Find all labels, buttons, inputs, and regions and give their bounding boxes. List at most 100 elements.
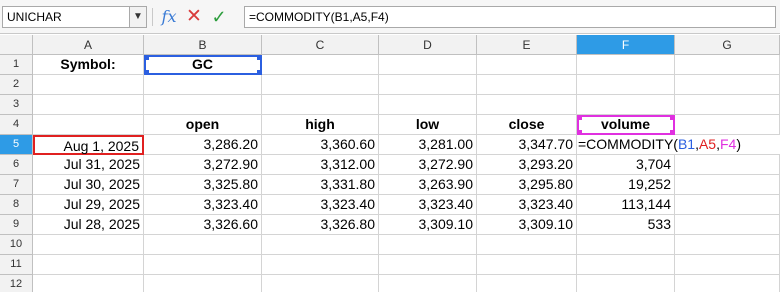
empty-cell[interactable]: [477, 275, 577, 292]
empty-cell[interactable]: [144, 255, 262, 275]
cell-f6[interactable]: 3,704: [577, 155, 675, 175]
row-header-11[interactable]: 11: [0, 255, 33, 275]
empty-cell[interactable]: [33, 95, 144, 115]
selection-handle[interactable]: [144, 70, 149, 75]
column-header-b[interactable]: B: [144, 35, 262, 55]
column-header-e[interactable]: E: [477, 35, 577, 55]
empty-cell[interactable]: [262, 55, 379, 75]
empty-cell[interactable]: [379, 235, 477, 255]
empty-cell[interactable]: [144, 235, 262, 255]
cell-c8[interactable]: 3,323.40: [262, 195, 379, 215]
empty-cell[interactable]: [262, 95, 379, 115]
cell-a5[interactable]: Aug 1, 2025: [33, 135, 144, 155]
cell-b5[interactable]: 3,286.20: [144, 135, 262, 155]
cell-d8[interactable]: 3,323.40: [379, 195, 477, 215]
empty-cell[interactable]: [144, 275, 262, 292]
cell-f9[interactable]: 533: [577, 215, 675, 235]
empty-cell[interactable]: [675, 235, 780, 255]
empty-cell[interactable]: [577, 55, 675, 75]
cell-b7[interactable]: 3,325.80: [144, 175, 262, 195]
empty-cell[interactable]: [675, 275, 780, 292]
selection-handle[interactable]: [144, 55, 149, 60]
cell-f8[interactable]: 113,144: [577, 195, 675, 215]
cell-f4[interactable]: volume: [577, 115, 675, 135]
empty-cell[interactable]: [477, 55, 577, 75]
cell-a7[interactable]: Jul 30, 2025: [33, 175, 144, 195]
cell-a1[interactable]: Symbol:: [33, 55, 144, 75]
row-header-12[interactable]: 12: [0, 275, 33, 292]
row-header-7[interactable]: 7: [0, 175, 33, 195]
empty-cell[interactable]: [675, 155, 780, 175]
select-all-corner[interactable]: [0, 35, 33, 55]
cell-c5[interactable]: 3,360.60: [262, 135, 379, 155]
empty-cell[interactable]: [477, 95, 577, 115]
empty-cell[interactable]: [477, 75, 577, 95]
selection-handle[interactable]: [670, 115, 675, 120]
cell-a6[interactable]: Jul 31, 2025: [33, 155, 144, 175]
empty-cell[interactable]: [33, 75, 144, 95]
cell-d4[interactable]: low: [379, 115, 477, 135]
empty-cell[interactable]: [379, 75, 477, 95]
selection-handle[interactable]: [577, 115, 582, 120]
cell-a9[interactable]: Jul 28, 2025: [33, 215, 144, 235]
row-header-3[interactable]: 3: [0, 95, 33, 115]
row-header-2[interactable]: 2: [0, 75, 33, 95]
row-header-1[interactable]: 1: [0, 55, 33, 75]
cell-c4[interactable]: high: [262, 115, 379, 135]
empty-cell[interactable]: [262, 255, 379, 275]
empty-cell[interactable]: [379, 275, 477, 292]
cell-e6[interactable]: 3,293.20: [477, 155, 577, 175]
empty-cell[interactable]: [675, 75, 780, 95]
cell-c7[interactable]: 3,331.80: [262, 175, 379, 195]
cancel-icon[interactable]: ✕: [183, 5, 205, 29]
column-header-d[interactable]: D: [379, 35, 477, 55]
cell-c9[interactable]: 3,326.80: [262, 215, 379, 235]
empty-cell[interactable]: [144, 75, 262, 95]
row-header-8[interactable]: 8: [0, 195, 33, 215]
name-box[interactable]: UNICHAR: [2, 6, 130, 28]
empty-cell[interactable]: [675, 95, 780, 115]
cell-b1[interactable]: GC: [144, 55, 262, 75]
empty-cell[interactable]: [262, 235, 379, 255]
accept-icon[interactable]: ✓: [208, 5, 230, 29]
empty-cell[interactable]: [675, 195, 780, 215]
name-box-dropdown-icon[interactable]: ▼: [130, 6, 147, 28]
empty-cell[interactable]: [33, 255, 144, 275]
cell-d6[interactable]: 3,272.90: [379, 155, 477, 175]
empty-cell[interactable]: [577, 75, 675, 95]
row-header-10[interactable]: 10: [0, 235, 33, 255]
row-header-4[interactable]: 4: [0, 115, 33, 135]
cell-b4[interactable]: open: [144, 115, 262, 135]
empty-cell[interactable]: [477, 255, 577, 275]
cell-d9[interactable]: 3,309.10: [379, 215, 477, 235]
cell-d5[interactable]: 3,281.00: [379, 135, 477, 155]
empty-cell[interactable]: [379, 255, 477, 275]
row-header-6[interactable]: 6: [0, 155, 33, 175]
cell-e4[interactable]: close: [477, 115, 577, 135]
cell-a8[interactable]: Jul 29, 2025: [33, 195, 144, 215]
empty-cell[interactable]: [379, 95, 477, 115]
cell-e5[interactable]: 3,347.70: [477, 135, 577, 155]
empty-cell[interactable]: [675, 215, 780, 235]
empty-cell[interactable]: [577, 235, 675, 255]
cell-f5-editor[interactable]: =COMMODITY(B1,A5,F4): [577, 135, 780, 155]
cell-f7[interactable]: 19,252: [577, 175, 675, 195]
empty-cell[interactable]: [577, 275, 675, 292]
empty-cell[interactable]: [675, 55, 780, 75]
empty-cell[interactable]: [675, 115, 780, 135]
empty-cell[interactable]: [675, 175, 780, 195]
column-header-a[interactable]: A: [33, 35, 144, 55]
function-wizard-icon[interactable]: fx: [158, 5, 180, 29]
empty-cell[interactable]: [33, 275, 144, 292]
empty-cell[interactable]: [262, 75, 379, 95]
row-header-9[interactable]: 9: [0, 215, 33, 235]
empty-cell[interactable]: [675, 255, 780, 275]
cell-b6[interactable]: 3,272.90: [144, 155, 262, 175]
column-header-g[interactable]: G: [675, 35, 780, 55]
cell-e8[interactable]: 3,323.40: [477, 195, 577, 215]
empty-cell[interactable]: [33, 235, 144, 255]
selection-handle[interactable]: [257, 70, 262, 75]
cell-c6[interactable]: 3,312.00: [262, 155, 379, 175]
column-header-f[interactable]: F: [577, 35, 675, 55]
cell-b9[interactable]: 3,326.60: [144, 215, 262, 235]
